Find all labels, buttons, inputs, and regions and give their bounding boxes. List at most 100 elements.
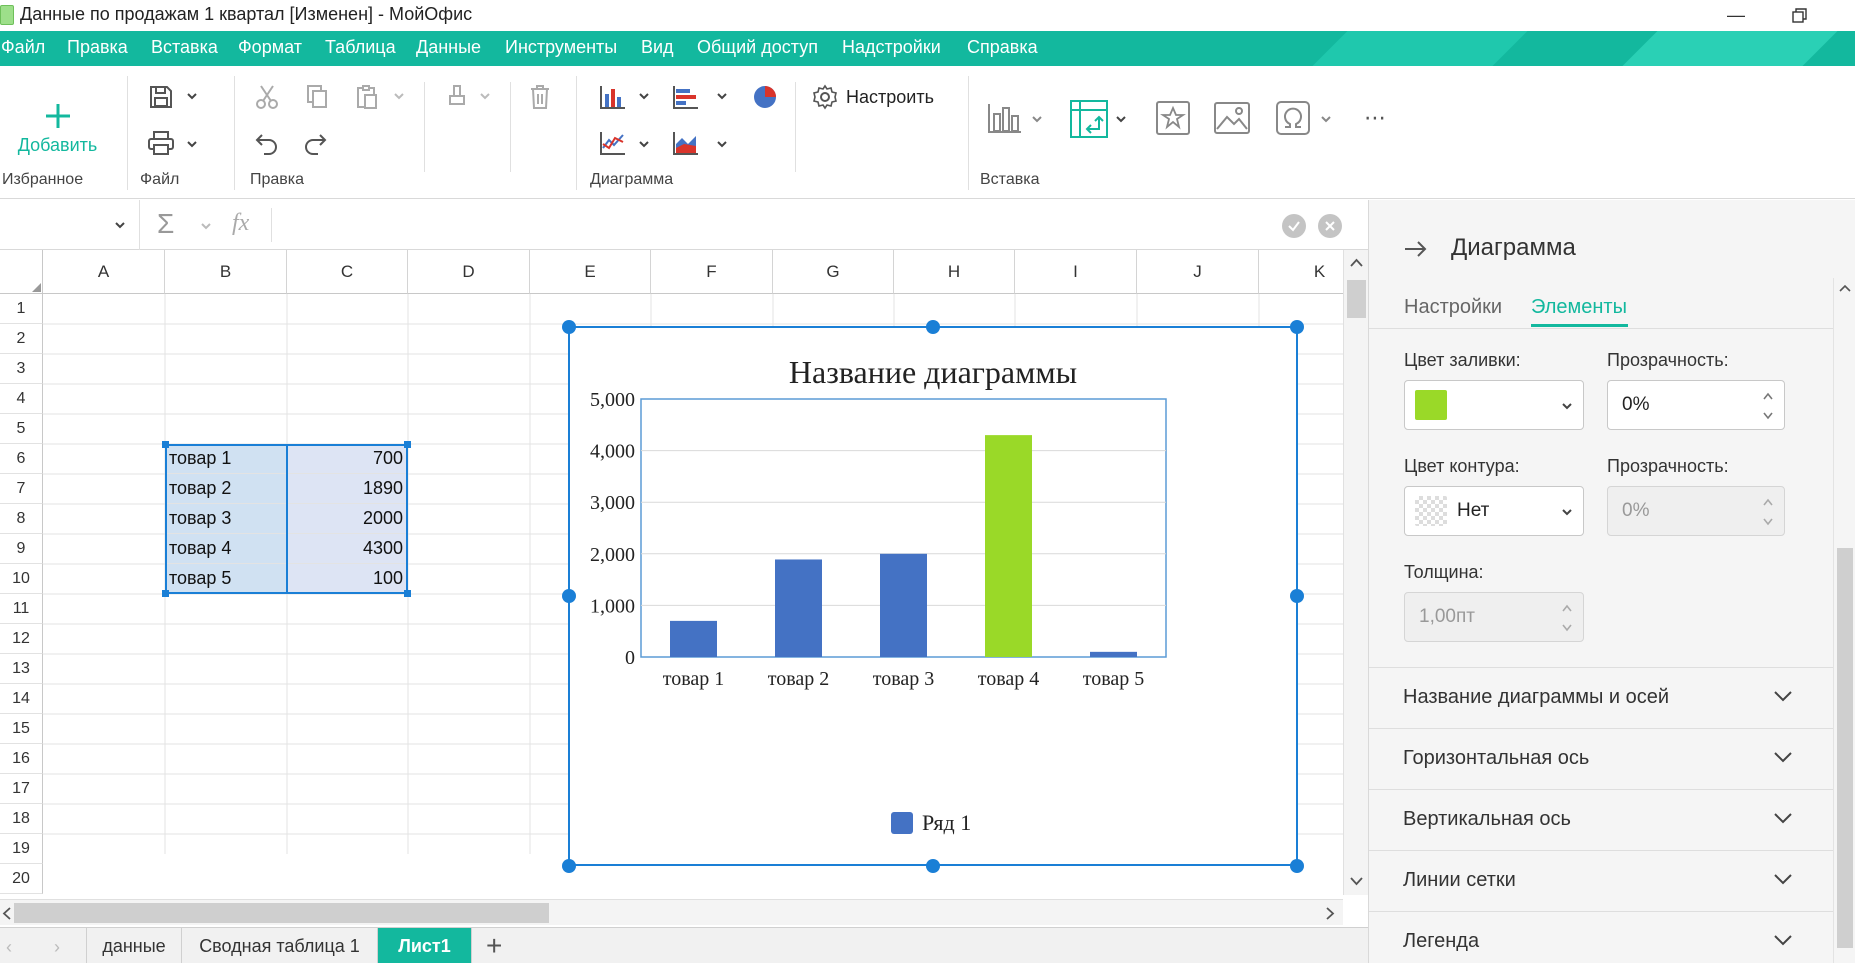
selection-handle[interactable] (404, 590, 411, 597)
row-header[interactable]: 16 (0, 744, 43, 774)
panel-scrollbar[interactable] (1833, 278, 1855, 963)
insert-pivot-dropdown[interactable] (1115, 113, 1127, 125)
chart-resize-handle[interactable] (1290, 320, 1304, 334)
more-icon[interactable]: ⋯ (1360, 105, 1390, 130)
scroll-up-icon[interactable] (1350, 258, 1363, 268)
scroll-up-icon[interactable] (1839, 284, 1851, 293)
format-painter-dropdown[interactable] (479, 90, 491, 102)
menu-view[interactable]: Вид (641, 37, 674, 58)
column-header[interactable]: F (651, 250, 773, 294)
row-header[interactable]: 6 (0, 444, 43, 474)
save-button[interactable] (144, 80, 178, 114)
paste-button[interactable] (350, 80, 384, 114)
sheet-tab-active[interactable]: Лист1 (378, 928, 472, 963)
fill-transparency-stepper[interactable]: 0% (1607, 380, 1785, 430)
column-header[interactable]: D (408, 250, 530, 294)
print-button[interactable] (144, 126, 178, 160)
insert-image-button[interactable] (1212, 98, 1252, 138)
column-header[interactable]: K (1259, 250, 1343, 294)
table-cell[interactable]: 100 (287, 564, 408, 594)
formula-input[interactable] (272, 200, 1272, 250)
row-header[interactable]: 11 (0, 594, 43, 624)
row-header[interactable]: 8 (0, 504, 43, 534)
section-gridlines[interactable]: Линии сетки (1369, 850, 1855, 911)
horizontal-scroll-thumb[interactable] (14, 903, 549, 923)
format-painter-button[interactable] (440, 80, 474, 114)
section-legend[interactable]: Легенда (1369, 911, 1855, 963)
column-header[interactable]: C (287, 250, 408, 294)
row-header[interactable]: 1 (0, 294, 43, 324)
table-cell[interactable]: товар 2 (165, 474, 287, 504)
insert-chart-dropdown[interactable] (1031, 113, 1043, 125)
chart-resize-handle[interactable] (926, 320, 940, 334)
save-dropdown[interactable] (186, 90, 198, 102)
row-header[interactable]: 18 (0, 804, 43, 834)
paste-dropdown[interactable] (393, 90, 405, 102)
column-header[interactable]: I (1015, 250, 1137, 294)
selection-handle[interactable] (404, 441, 411, 448)
outline-transparency-stepper[interactable]: 0% (1607, 486, 1785, 536)
horizontal-scrollbar[interactable] (0, 899, 1343, 925)
row-header[interactable]: 19 (0, 834, 43, 864)
scroll-right-icon[interactable] (1325, 907, 1335, 920)
chart-resize-handle[interactable] (562, 859, 576, 873)
row-header[interactable]: 9 (0, 534, 43, 564)
table-cell[interactable]: 4300 (287, 534, 408, 564)
insert-chart-button[interactable] (985, 98, 1025, 138)
row-header[interactable]: 2 (0, 324, 43, 354)
redo-button[interactable] (298, 126, 332, 160)
menu-sharing[interactable]: Общий доступ (697, 37, 818, 58)
area-chart-dropdown[interactable] (716, 138, 728, 150)
column-header[interactable]: A (43, 250, 165, 294)
area-chart-button[interactable] (669, 126, 703, 160)
bar[interactable] (880, 553, 927, 657)
function-icon[interactable]: fx (232, 210, 249, 237)
tab-settings[interactable]: Настройки (1404, 296, 1502, 319)
restore-button[interactable] (1770, 0, 1830, 31)
chart-legend[interactable]: Ряд 1 (891, 810, 971, 835)
menu-file[interactable]: Файл (1, 37, 45, 58)
sum-icon[interactable]: Σ (157, 208, 174, 240)
column-header[interactable]: B (165, 250, 287, 294)
bar-chart[interactable]: 01,0002,0003,0004,0005,000 товар 1 товар … (570, 328, 1296, 864)
table-cell[interactable]: товар 3 (165, 504, 287, 534)
bar[interactable] (775, 559, 822, 657)
bar[interactable] (1090, 651, 1137, 657)
menu-tools[interactable]: Инструменты (505, 37, 617, 58)
print-dropdown[interactable] (186, 138, 198, 150)
insert-symbol-button[interactable] (1273, 98, 1313, 138)
table-cell[interactable]: 700 (287, 444, 408, 474)
insert-shape-button[interactable] (1153, 98, 1193, 138)
fill-color-picker[interactable] (1404, 380, 1584, 430)
menu-addons[interactable]: Надстройки (842, 37, 941, 58)
vertical-scrollbar[interactable] (1343, 250, 1368, 895)
tabs-prev-icon[interactable]: ‹ (6, 937, 12, 958)
stepper-arrows-icon[interactable] (1561, 601, 1573, 635)
chart-title[interactable]: Название диаграммы (789, 354, 1077, 390)
row-header[interactable]: 3 (0, 354, 43, 384)
line-chart-button[interactable] (596, 126, 630, 160)
cancel-button[interactable] (1318, 214, 1342, 238)
chart-bar-horizontal-dropdown[interactable] (716, 90, 728, 102)
row-header[interactable]: 17 (0, 774, 43, 804)
selection-handle[interactable] (162, 441, 169, 448)
row-header[interactable]: 10 (0, 564, 43, 594)
row-header[interactable]: 14 (0, 684, 43, 714)
configure-button[interactable]: Настроить (812, 80, 934, 114)
menu-help[interactable]: Справка (967, 37, 1038, 58)
row-header[interactable]: 13 (0, 654, 43, 684)
table-cell[interactable]: 1890 (287, 474, 408, 504)
scroll-down-icon[interactable] (1350, 876, 1363, 886)
bar[interactable] (670, 620, 717, 657)
line-chart-dropdown[interactable] (638, 138, 650, 150)
add-sheet-icon[interactable]: + (486, 930, 502, 962)
row-header[interactable]: 7 (0, 474, 43, 504)
arrow-right-icon[interactable] (1404, 240, 1428, 258)
confirm-button[interactable] (1282, 214, 1306, 238)
column-header[interactable]: H (894, 250, 1015, 294)
chart-bar-horizontal-button[interactable] (669, 80, 703, 114)
row-header[interactable]: 5 (0, 414, 43, 444)
stepper-arrows-icon[interactable] (1762, 495, 1774, 529)
menu-format[interactable]: Формат (238, 37, 302, 58)
insert-pivot-button[interactable] (1068, 98, 1110, 140)
